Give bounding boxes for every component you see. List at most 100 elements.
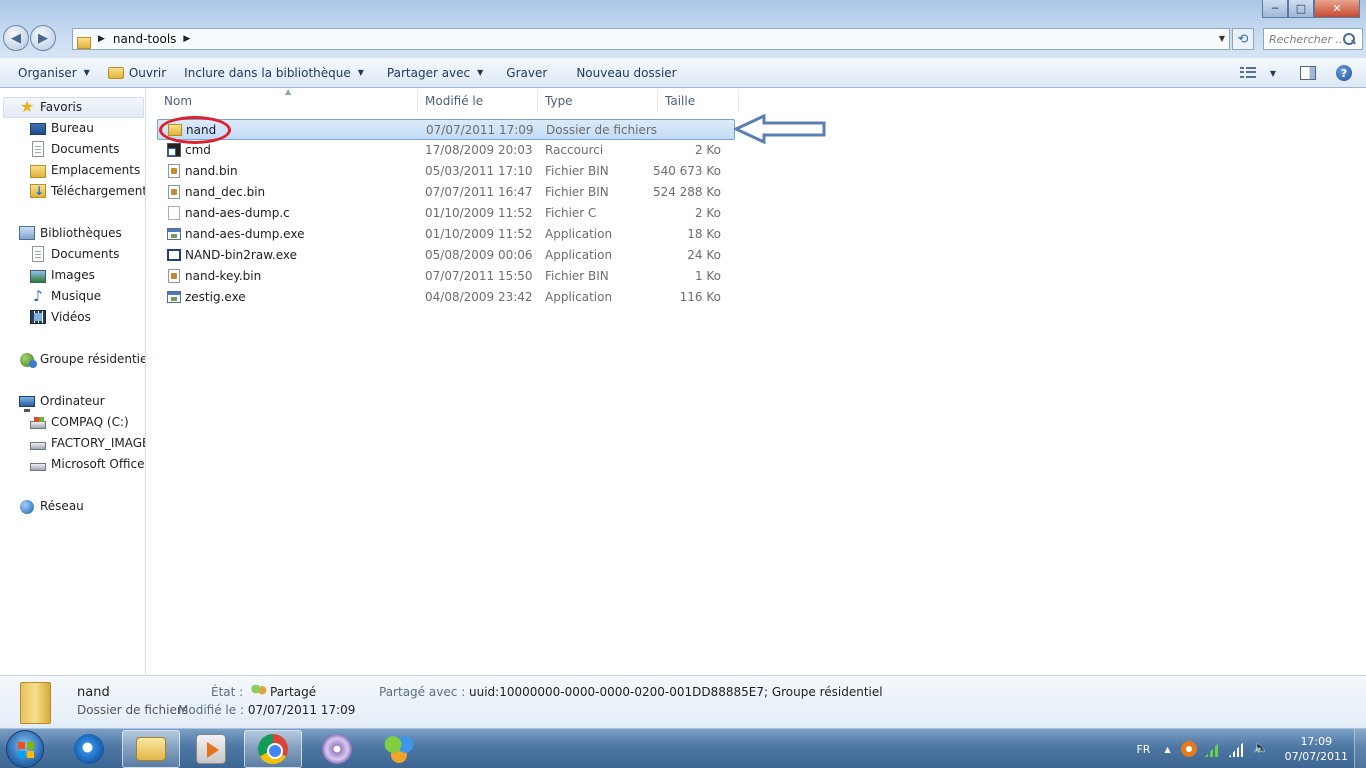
volume-icon[interactable]: 🔈 [1253, 741, 1269, 757]
document-icon [32, 141, 44, 157]
file-row[interactable]: cmd 17/08/2009 20:03 Raccourci 2 Ko [157, 140, 735, 161]
file-modified: 05/08/2009 00:06 [425, 248, 533, 262]
sort-ascending-icon: ▲ [285, 87, 292, 96]
share-with-menu[interactable]: Partager avec ▼ [373, 58, 492, 88]
bin-file-icon [168, 164, 180, 178]
downloads-icon [30, 184, 46, 198]
include-in-library-menu[interactable]: Inclure dans la bibliothèque ▼ [175, 58, 373, 88]
sidebar-item-documents[interactable]: Documents [30, 139, 119, 159]
maximize-button[interactable]: □ [1288, 0, 1314, 18]
sidebar-item-label: Microsoft Office D [51, 457, 145, 471]
sidebar-item-music[interactable]: ♪ Musique [30, 286, 101, 306]
file-row[interactable]: nand-aes-dump.c 01/10/2009 11:52 Fichier… [157, 203, 735, 224]
search-box[interactable] [1263, 28, 1363, 50]
sidebar-group-computer[interactable]: Ordinateur [19, 391, 105, 412]
organize-menu[interactable]: Organiser ▼ [0, 58, 99, 88]
file-row[interactable]: nand-key.bin 07/07/2011 15:50 Fichier BI… [157, 266, 735, 287]
file-type: Application [545, 248, 613, 262]
address-history-dropdown-icon[interactable]: ▼ [1219, 34, 1225, 43]
preview-pane-icon[interactable] [1300, 66, 1316, 80]
taskbar-chrome[interactable] [244, 730, 302, 768]
sidebar-item-recent-places[interactable]: Emplacements ré [30, 160, 145, 180]
back-button[interactable]: ◀ [3, 25, 29, 51]
column-header-size[interactable]: Taille [658, 89, 739, 112]
desktop-icon [30, 123, 46, 135]
close-button[interactable]: ✕ [1314, 0, 1360, 18]
signal-strength-icon[interactable] [1204, 741, 1221, 757]
clock[interactable]: 17:09 07/07/2011 [1285, 734, 1348, 764]
column-header-label: Type [545, 93, 573, 108]
breadcrumb-separator-icon[interactable]: ▶ [98, 34, 105, 44]
sidebar-item-office-drive[interactable]: Microsoft Office D [30, 454, 145, 474]
details-modified-value: 07/07/2011 17:09 [247, 703, 356, 717]
show-desktop-button[interactable] [1354, 729, 1366, 768]
burn-button[interactable]: Graver [492, 58, 556, 88]
sidebar-group-network[interactable]: Réseau [19, 496, 84, 516]
language-indicator[interactable]: FR [1136, 743, 1150, 756]
file-row[interactable]: nand-aes-dump.exe 01/10/2009 11:52 Appli… [157, 224, 735, 245]
breadcrumb-separator-icon[interactable]: ▶ [183, 34, 190, 44]
details-name: nand [77, 685, 110, 700]
minimize-button[interactable]: ─ [1262, 0, 1288, 18]
file-row[interactable]: zestig.exe 04/08/2009 23:42 Application … [157, 287, 735, 308]
address-bar[interactable]: ▶ nand-tools ▶ ▼ [72, 28, 1230, 50]
column-header-modified[interactable]: Modifié le [418, 89, 538, 112]
network-signal-icon[interactable] [1228, 741, 1245, 757]
sidebar-item-lib-documents[interactable]: Documents [30, 244, 119, 264]
change-view-icon[interactable] [1239, 67, 1256, 79]
new-folder-label: Nouveau dossier [576, 65, 677, 80]
sidebar-item-bureau[interactable]: Bureau [30, 118, 94, 138]
file-row[interactable]: NAND-bin2raw.exe 05/08/2009 00:06 Applic… [157, 245, 735, 266]
open-button[interactable]: Ouvrir [99, 58, 175, 88]
new-folder-button[interactable]: Nouveau dossier [556, 58, 685, 88]
details-modified-label: Modifié le : [178, 703, 244, 717]
refresh-button[interactable]: ⟲ [1232, 28, 1254, 50]
taskbar-media-player[interactable] [182, 730, 240, 768]
taskbar-messenger[interactable] [370, 730, 428, 768]
details-state-label: État : [211, 685, 244, 699]
sidebar-item-label: Favoris [40, 100, 83, 114]
file-modified: 04/08/2009 23:42 [425, 290, 533, 304]
file-list: Nom ▲ Modifié le Type Taille nand 07/07/… [147, 87, 1366, 675]
sidebar-group-homegroup[interactable]: Groupe résidentiel [19, 349, 145, 369]
sidebar-group-favorites[interactable]: ★ Favoris [19, 97, 82, 117]
view-options-chevron-icon[interactable]: ▼ [1270, 69, 1276, 78]
breadcrumb-nand-tools[interactable]: nand-tools [113, 32, 177, 46]
show-hidden-icons-icon[interactable]: ▲ [1164, 745, 1170, 754]
system-drive-icon [30, 417, 46, 429]
file-name: nand-aes-dump.c [185, 206, 290, 220]
file-row[interactable]: nand.bin 05/03/2011 17:10 Fichier BIN 54… [157, 161, 735, 182]
file-type: Dossier de fichiers [546, 123, 658, 137]
search-input[interactable] [1264, 32, 1342, 46]
sidebar-group-libraries[interactable]: Bibliothèques [19, 223, 122, 243]
file-name: nand-key.bin [185, 269, 262, 283]
left-arrow-annotation-icon [734, 114, 826, 144]
help-icon[interactable]: ? [1336, 65, 1352, 81]
organize-label: Organiser [18, 65, 77, 80]
taskbar: FR ▲ 🔈 17:09 07/07/2011 [0, 728, 1366, 768]
file-type: Fichier BIN [545, 269, 609, 283]
start-button[interactable] [6, 730, 44, 768]
clock-date: 07/07/2011 [1284, 750, 1348, 763]
search-icon[interactable] [1342, 32, 1356, 46]
file-type: Application [545, 290, 613, 304]
forward-button[interactable]: ▶ [30, 25, 56, 51]
file-row[interactable]: nand 07/07/2011 17:09 Dossier de fichier… [157, 119, 735, 140]
column-header-label: Modifié le [425, 93, 484, 108]
music-icon: ♪ [33, 287, 43, 305]
refresh-icon: ⟲ [1237, 31, 1249, 47]
sidebar-item-drive-c[interactable]: COMPAQ (C:) [30, 412, 129, 432]
sidebar-item-factory-image[interactable]: FACTORY_IMAGE [30, 433, 145, 453]
taskbar-internet-explorer[interactable] [60, 730, 118, 768]
file-row[interactable]: nand_dec.bin 07/07/2011 16:47 Fichier BI… [157, 182, 735, 203]
column-header-type[interactable]: Type [538, 89, 658, 112]
taskbar-windows-explorer[interactable] [122, 730, 180, 768]
update-icon[interactable] [1180, 741, 1197, 757]
column-header-name[interactable]: Nom ▲ [147, 87, 418, 112]
sidebar-item-videos[interactable]: Vidéos [30, 307, 91, 327]
sidebar-item-downloads[interactable]: Téléchargements [30, 181, 145, 201]
share-icon [251, 685, 268, 698]
exe-icon [167, 228, 181, 240]
sidebar-item-images[interactable]: Images [30, 265, 95, 285]
taskbar-dvd-maker[interactable] [308, 730, 366, 768]
